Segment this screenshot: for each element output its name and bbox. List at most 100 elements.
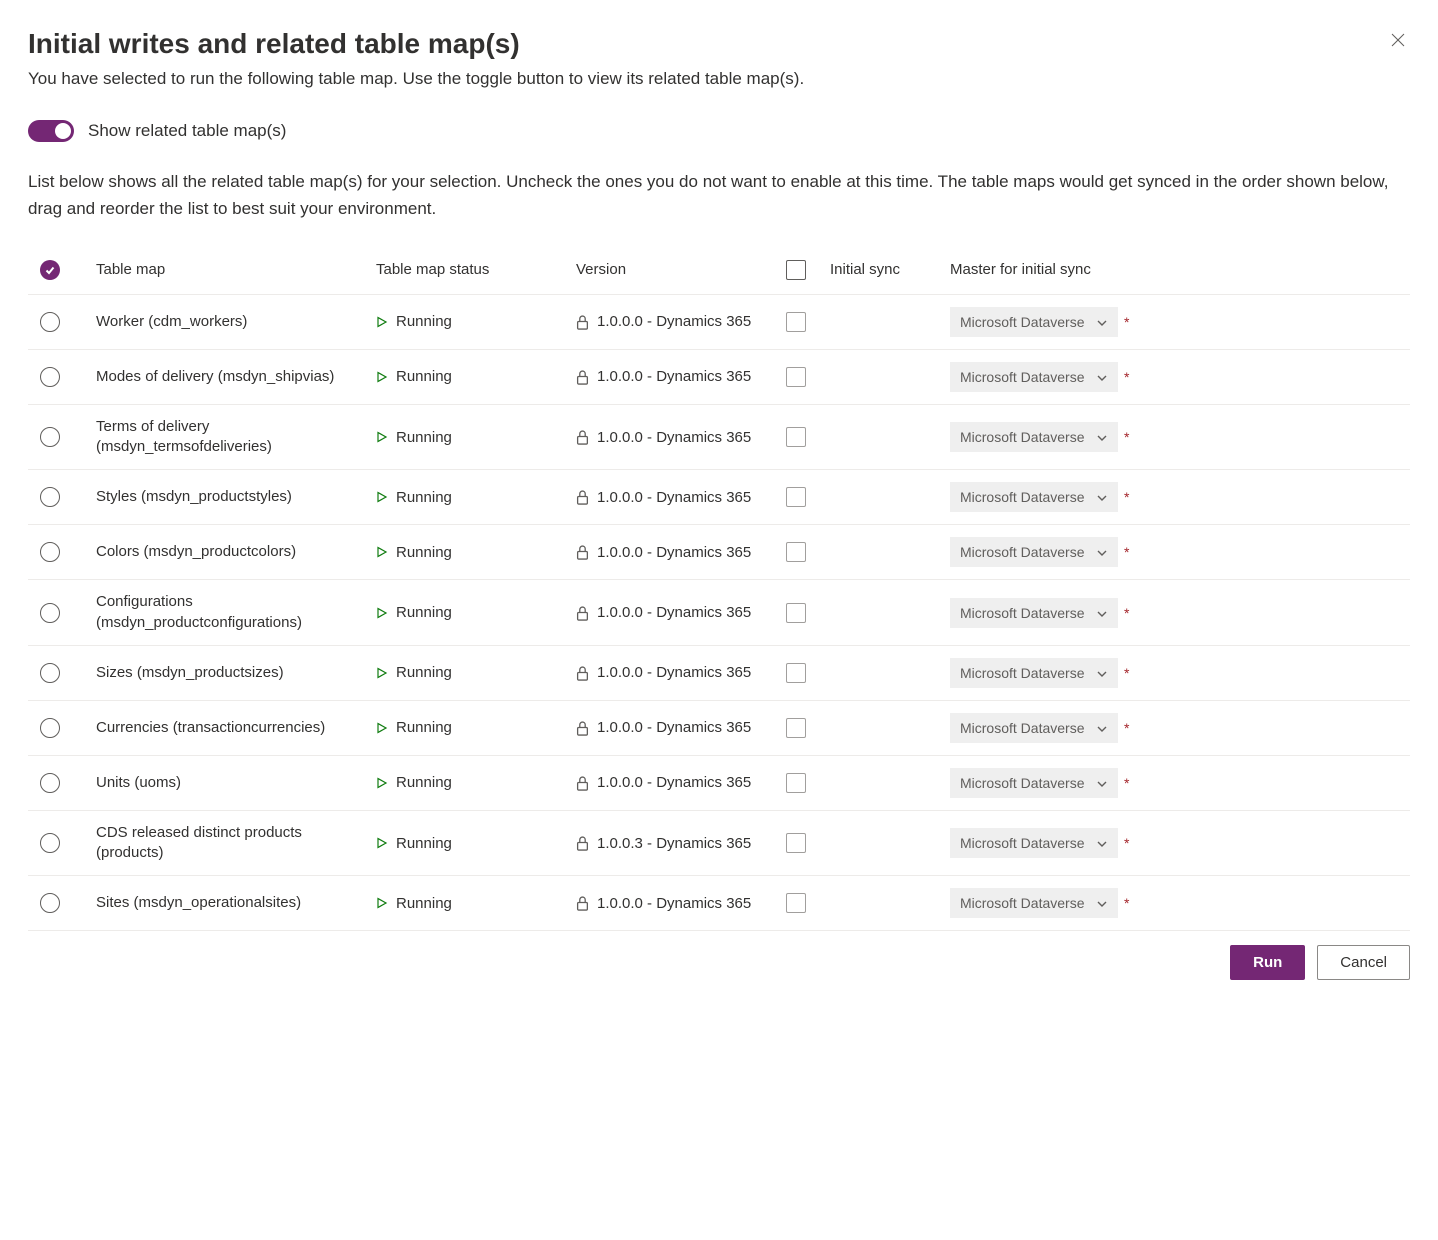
close-button[interactable]	[1386, 28, 1410, 52]
col-header-version: Version	[568, 250, 778, 295]
master-dropdown[interactable]: Microsoft Dataverse	[950, 422, 1118, 452]
status-text: Running	[396, 719, 452, 736]
master-dropdown-value: Microsoft Dataverse	[960, 665, 1084, 681]
table-row[interactable]: Sizes (msdyn_productsizes) Running	[28, 645, 1410, 700]
status-text: Running	[396, 489, 452, 506]
lock-icon	[576, 490, 589, 504]
show-related-toggle[interactable]	[28, 120, 74, 142]
table-map-name: Sizes (msdyn_productsizes)	[96, 663, 360, 683]
table-map-name: Worker (cdm_workers)	[96, 312, 360, 332]
row-radio[interactable]	[40, 312, 60, 332]
row-radio[interactable]	[40, 773, 60, 793]
row-radio[interactable]	[40, 367, 60, 387]
table-map-name: Currencies (transactioncurrencies)	[96, 718, 360, 738]
chevron-down-icon	[1096, 316, 1108, 328]
table-map-name: Terms of delivery (msdyn_termsofdeliveri…	[96, 417, 360, 458]
lock-icon	[576, 606, 589, 620]
lock-icon	[576, 776, 589, 790]
table-row[interactable]: Terms of delivery (msdyn_termsofdeliveri…	[28, 404, 1410, 470]
required-marker: *	[1124, 896, 1129, 910]
chevron-down-icon	[1096, 667, 1108, 679]
required-marker: *	[1124, 430, 1129, 444]
version-text: 1.0.0.3 - Dynamics 365	[597, 835, 751, 852]
master-dropdown-value: Microsoft Dataverse	[960, 775, 1084, 791]
table-row[interactable]: Sites (msdyn_operationalsites) Running	[28, 876, 1410, 931]
initial-sync-header-checkbox[interactable]	[786, 260, 806, 280]
row-radio[interactable]	[40, 893, 60, 913]
chevron-down-icon	[1096, 607, 1108, 619]
row-radio[interactable]	[40, 487, 60, 507]
chevron-down-icon	[1096, 837, 1108, 849]
lock-icon	[576, 315, 589, 329]
table-row[interactable]: CDS released distinct products (products…	[28, 810, 1410, 876]
chevron-down-icon	[1096, 777, 1108, 789]
master-dropdown[interactable]: Microsoft Dataverse	[950, 828, 1118, 858]
page-subtitle: You have selected to run the following t…	[28, 66, 1410, 92]
table-row[interactable]: Currencies (transactioncurrencies) Runni…	[28, 700, 1410, 755]
cancel-button[interactable]: Cancel	[1317, 945, 1410, 980]
table-row[interactable]: Units (uoms) Running 1.0	[28, 755, 1410, 810]
chevron-down-icon	[1096, 722, 1108, 734]
master-dropdown-value: Microsoft Dataverse	[960, 835, 1084, 851]
play-icon	[376, 491, 388, 503]
master-dropdown[interactable]: Microsoft Dataverse	[950, 362, 1118, 392]
initial-sync-checkbox[interactable]	[786, 893, 806, 913]
initial-sync-checkbox[interactable]	[786, 663, 806, 683]
required-marker: *	[1124, 776, 1129, 790]
master-dropdown[interactable]: Microsoft Dataverse	[950, 482, 1118, 512]
initial-sync-checkbox[interactable]	[786, 487, 806, 507]
master-dropdown-value: Microsoft Dataverse	[960, 605, 1084, 621]
initial-sync-checkbox[interactable]	[786, 833, 806, 853]
master-dropdown-value: Microsoft Dataverse	[960, 489, 1084, 505]
initial-sync-checkbox[interactable]	[786, 542, 806, 562]
status-text: Running	[396, 544, 452, 561]
row-radio[interactable]	[40, 718, 60, 738]
master-dropdown[interactable]: Microsoft Dataverse	[950, 598, 1118, 628]
lock-icon	[576, 666, 589, 680]
master-dropdown[interactable]: Microsoft Dataverse	[950, 658, 1118, 688]
status-text: Running	[396, 774, 452, 791]
initial-sync-checkbox[interactable]	[786, 367, 806, 387]
master-dropdown-value: Microsoft Dataverse	[960, 895, 1084, 911]
lock-icon	[576, 370, 589, 384]
status-text: Running	[396, 895, 452, 912]
row-radio[interactable]	[40, 663, 60, 683]
master-dropdown[interactable]: Microsoft Dataverse	[950, 537, 1118, 567]
table-row[interactable]: Colors (msdyn_productcolors) Running	[28, 525, 1410, 580]
table-row[interactable]: Modes of delivery (msdyn_shipvias) Runni…	[28, 349, 1410, 404]
lock-icon	[576, 836, 589, 850]
initial-sync-checkbox[interactable]	[786, 312, 806, 332]
run-button[interactable]: Run	[1230, 945, 1305, 980]
table-row[interactable]: Styles (msdyn_productstyles) Running	[28, 470, 1410, 525]
page-title: Initial writes and related table map(s)	[28, 28, 520, 60]
table-map-name: Modes of delivery (msdyn_shipvias)	[96, 367, 360, 387]
master-dropdown[interactable]: Microsoft Dataverse	[950, 888, 1118, 918]
required-marker: *	[1124, 606, 1129, 620]
row-radio[interactable]	[40, 833, 60, 853]
required-marker: *	[1124, 370, 1129, 384]
initial-sync-checkbox[interactable]	[786, 603, 806, 623]
table-row[interactable]: Worker (cdm_workers) Running	[28, 294, 1410, 349]
status-text: Running	[396, 604, 452, 621]
play-icon	[376, 777, 388, 789]
initial-sync-checkbox[interactable]	[786, 718, 806, 738]
row-radio[interactable]	[40, 603, 60, 623]
select-all-icon[interactable]	[40, 260, 60, 280]
master-dropdown[interactable]: Microsoft Dataverse	[950, 307, 1118, 337]
version-text: 1.0.0.0 - Dynamics 365	[597, 774, 751, 791]
play-icon	[376, 607, 388, 619]
play-icon	[376, 837, 388, 849]
version-text: 1.0.0.0 - Dynamics 365	[597, 544, 751, 561]
master-dropdown[interactable]: Microsoft Dataverse	[950, 713, 1118, 743]
table-row[interactable]: Configurations (msdyn_productconfigurati…	[28, 580, 1410, 646]
master-dropdown[interactable]: Microsoft Dataverse	[950, 768, 1118, 798]
col-header-map: Table map	[88, 250, 368, 295]
row-radio[interactable]	[40, 427, 60, 447]
initial-sync-checkbox[interactable]	[786, 773, 806, 793]
initial-sync-checkbox[interactable]	[786, 427, 806, 447]
table-map-name: Configurations (msdyn_productconfigurati…	[96, 592, 360, 633]
master-dropdown-value: Microsoft Dataverse	[960, 720, 1084, 736]
row-radio[interactable]	[40, 542, 60, 562]
status-text: Running	[396, 835, 452, 852]
required-marker: *	[1124, 490, 1129, 504]
